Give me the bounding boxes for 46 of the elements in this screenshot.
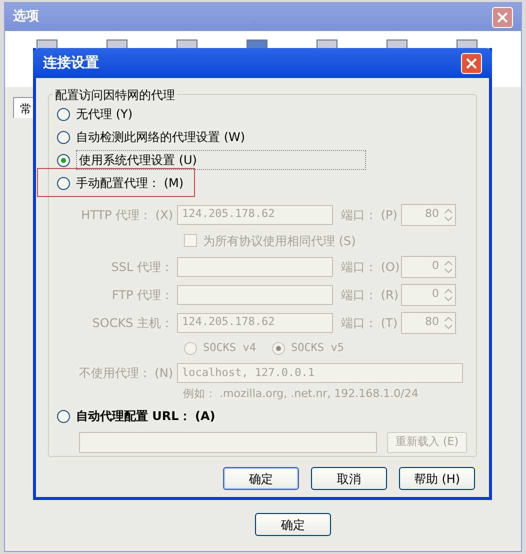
checkbox[interactable] xyxy=(184,234,197,248)
radio-label: 自动代理配置 URL： (A) xyxy=(76,408,216,426)
cancel-button[interactable]: 取消 xyxy=(311,467,387,490)
proxy-field[interactable]: 124.205.178.62 xyxy=(177,204,333,225)
close-icon xyxy=(466,58,477,68)
ok-button[interactable]: 确定 xyxy=(255,513,331,536)
checkbox-label: 为所有协议使用相同代理 (S) xyxy=(203,232,356,250)
radio-label: 手动配置代理： (M) xyxy=(76,175,184,192)
port-field[interactable]: 0 xyxy=(401,256,456,278)
close-icon xyxy=(497,12,508,22)
field-label: 不使用代理： (N) xyxy=(78,365,174,382)
radio-label: 使用系统代理设置 (U) xyxy=(76,150,366,170)
radio-label: 自动检测此网络的代理设置 (W) xyxy=(76,129,246,146)
radio-label: SOCKS v5 xyxy=(290,340,344,356)
radio-button[interactable] xyxy=(57,154,70,167)
help-button[interactable]: 帮助 (H) xyxy=(399,467,475,490)
dialog-title: 连接设置 xyxy=(43,54,99,72)
port-label: 端口： (T) xyxy=(340,314,399,332)
example-hint: 例如： .mozilla.org, .net.nr, 192.168.1.0/24 xyxy=(182,386,420,402)
radio-label: 无代理 (Y) xyxy=(76,106,133,124)
port-label: 端口： (O) xyxy=(340,258,401,276)
radio-button[interactable] xyxy=(57,130,70,144)
port-label: 端口： (R) xyxy=(340,286,400,304)
radio-button[interactable] xyxy=(57,410,70,423)
port-label: 端口： (P) xyxy=(340,206,398,224)
radio-label: SOCKS v4 xyxy=(203,340,256,356)
proxy-field[interactable] xyxy=(177,284,333,305)
ok-button[interactable]: 确定 xyxy=(223,467,299,490)
close-button[interactable] xyxy=(461,52,482,74)
radio-button[interactable] xyxy=(57,108,70,121)
radio-button[interactable] xyxy=(57,176,70,190)
proxy-field[interactable]: 124.205.178.62 xyxy=(177,312,333,333)
close-button[interactable] xyxy=(492,6,513,28)
port-field[interactable]: 0 xyxy=(401,284,456,306)
window-title: 选项 xyxy=(13,8,39,26)
field-label: SOCKS 主机： xyxy=(91,314,174,332)
field-label: HTTP 代理： (X) xyxy=(80,206,174,224)
group-title: 配置访问因特网的代理 xyxy=(53,86,177,104)
field-label: SSL 代理： xyxy=(110,258,174,276)
port-field[interactable]: 80 xyxy=(401,204,456,226)
url-field[interactable] xyxy=(79,432,377,453)
field-label: FTP 代理： xyxy=(110,286,174,304)
no-proxy-field[interactable]: localhost, 127.0.0.1 xyxy=(177,363,463,384)
port-field[interactable]: 80 xyxy=(401,312,456,334)
reload-button[interactable]: 重新载入 (E) xyxy=(387,432,467,453)
proxy-field[interactable] xyxy=(177,256,333,277)
